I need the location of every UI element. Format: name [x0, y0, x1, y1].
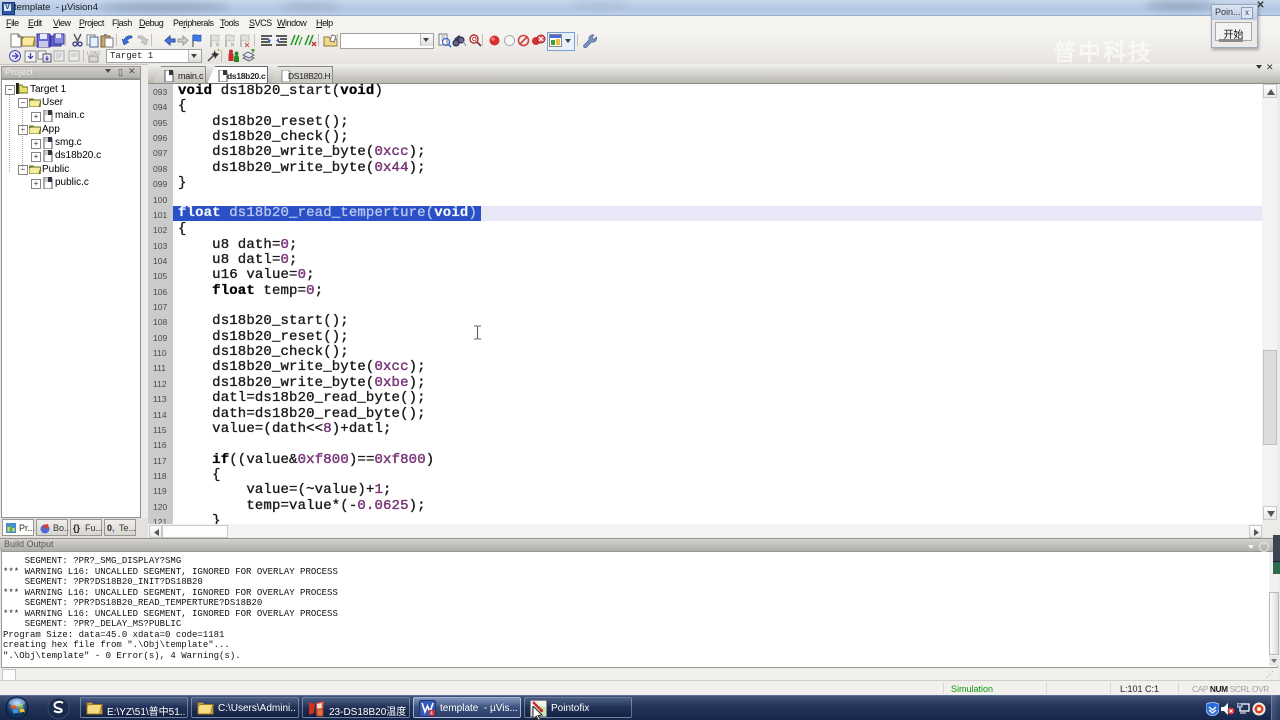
svg-text:4: 4: [430, 711, 433, 717]
